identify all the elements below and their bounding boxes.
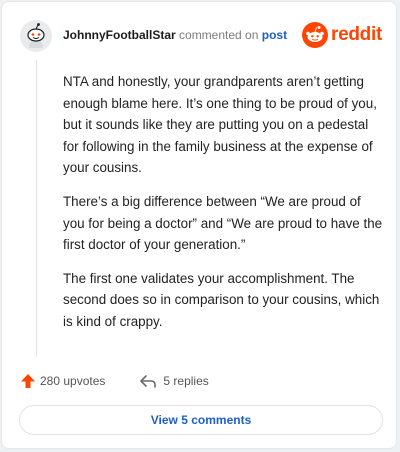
reddit-wordmark: reddit — [331, 24, 382, 45]
comment-paragraph-1: NTA and honestly, your grandparents aren… — [63, 74, 377, 176]
reply-arrow-icon — [140, 375, 157, 388]
comment-header: JohnnyFootballStar commented on post red… — [2, 2, 396, 66]
comment-paragraph-3: The first one validates your accomplishm… — [63, 270, 380, 329]
post-link[interactable]: post — [262, 28, 287, 42]
reply-count: 5 replies — [163, 374, 209, 388]
reddit-logo-icon — [302, 22, 329, 48]
view-comments-button[interactable]: View 5 comments — [19, 405, 383, 435]
comment-body: NTA and honestly, your grandparents aren… — [63, 71, 383, 345]
comment-paragraph-2: There’s a big difference between “We are… — [63, 193, 383, 253]
upvote-button[interactable]: 280 upvotes — [20, 373, 105, 389]
comment-card: JohnnyFootballStar commented on post red… — [1, 1, 397, 449]
author-line: JohnnyFootballStar commented on post — [63, 28, 287, 42]
thread-line — [36, 60, 37, 357]
replies-button[interactable]: 5 replies — [139, 373, 209, 389]
comment-actions: 280 upvotes 5 replies — [20, 370, 209, 392]
commented-on-text: commented on — [179, 28, 259, 42]
upvote-arrow-icon — [21, 374, 35, 388]
upvote-count: 280 upvotes — [40, 374, 106, 388]
snoo-avatar-icon[interactable] — [20, 20, 52, 52]
reddit-brand[interactable]: reddit — [302, 22, 382, 48]
author-username[interactable]: JohnnyFootballStar — [63, 28, 176, 42]
